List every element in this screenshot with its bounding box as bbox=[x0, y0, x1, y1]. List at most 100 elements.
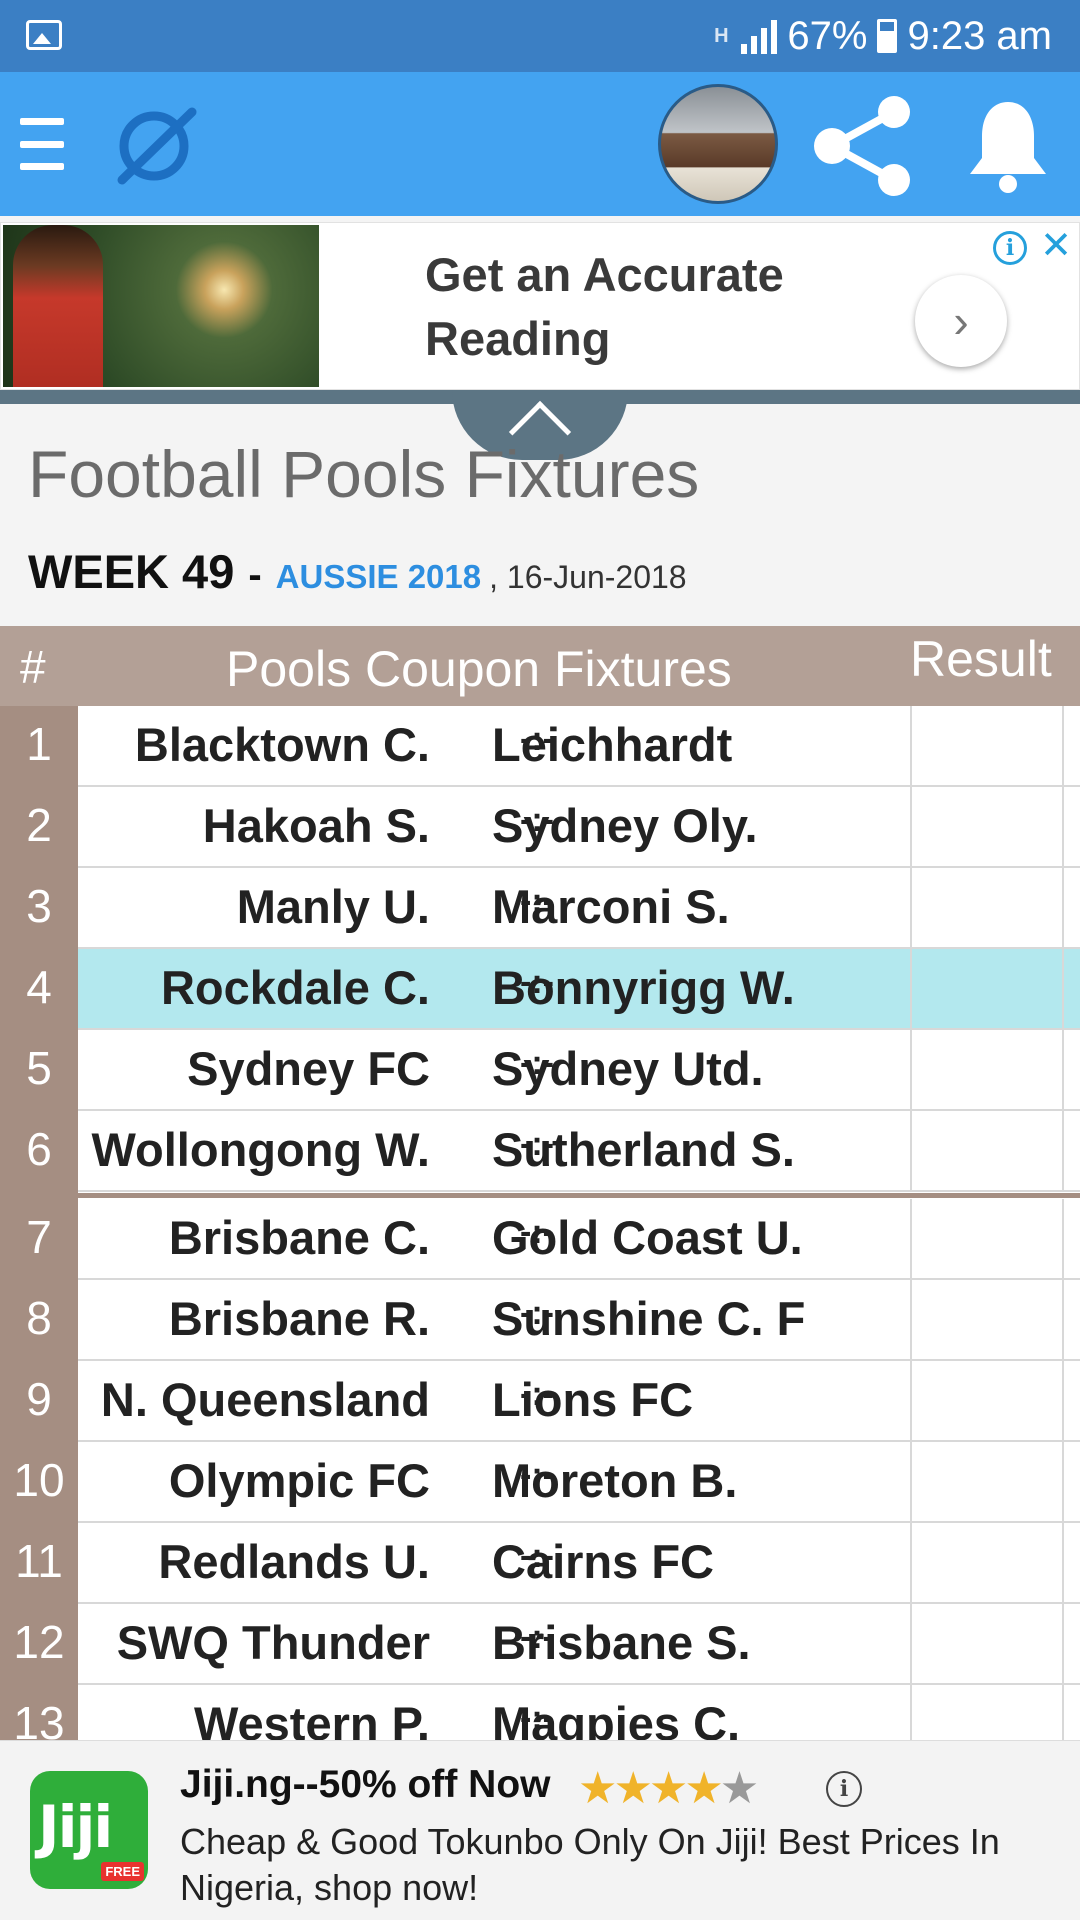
away-team: Lions FC bbox=[492, 1373, 694, 1426]
home-team: Hakoah S. bbox=[202, 799, 430, 852]
status-bar: H 67% 9:23 am bbox=[0, 0, 1080, 72]
fixture-cell[interactable]: Western P. -:- Magpies C. bbox=[78, 1685, 1080, 1740]
week-label: WEEK 49 bbox=[28, 545, 235, 598]
table-row[interactable]: 8 Brisbane R.-:-Sunshine C. FS bbox=[0, 1280, 1080, 1361]
home-team: Manly U. bbox=[236, 880, 430, 933]
row-number: 13 bbox=[13, 1697, 65, 1740]
table-row[interactable]: 2 Hakoah S. -:- Sydney Oly. bbox=[0, 787, 1080, 868]
result-cell bbox=[910, 1523, 1064, 1604]
result-cell bbox=[910, 787, 1064, 868]
home-team: Brisbane R. bbox=[168, 1292, 430, 1345]
battery-percent: 67% bbox=[787, 13, 868, 58]
table-row[interactable]: 12 SWQ Thunder -:- Brisbane S. bbox=[0, 1604, 1080, 1685]
fixture-cell[interactable]: N. Queensland -:- Lions FC bbox=[78, 1361, 1080, 1442]
week-dash: - bbox=[248, 553, 262, 597]
fixture-cell[interactable]: Brisbane C. -:- Gold Coast U. bbox=[78, 1199, 1080, 1280]
result-cell bbox=[910, 1685, 1064, 1740]
fixture-cell[interactable]: Hakoah S. -:- Sydney Oly. bbox=[78, 787, 1080, 868]
fixture-cell[interactable]: Wollongong W.-:-Sutherland S.S bbox=[78, 1111, 1080, 1192]
home-team: Redlands U. bbox=[158, 1535, 430, 1588]
ad-image bbox=[3, 225, 319, 387]
avatar[interactable] bbox=[658, 84, 778, 204]
away-team: Sydney Utd. bbox=[492, 1042, 764, 1095]
row-number: 3 bbox=[26, 880, 52, 932]
fixture-cell[interactable]: Brisbane R.-:-Sunshine C. FS bbox=[78, 1280, 1080, 1361]
row-number: 11 bbox=[15, 1535, 63, 1587]
column-header-result: Result bbox=[910, 631, 1052, 687]
fixture-cell[interactable]: Manly U. -:- Marconi S. bbox=[78, 868, 1080, 949]
fixture-cell[interactable]: Redlands U. -:- Cairns FC bbox=[78, 1523, 1080, 1604]
away-team: Sutherland S. bbox=[492, 1123, 795, 1176]
table-row[interactable]: 9 N. Queensland -:- Lions FC bbox=[0, 1361, 1080, 1442]
row-number: 8 bbox=[26, 1292, 52, 1344]
home-team: Western P. bbox=[194, 1697, 430, 1740]
half-star-icon: ★ bbox=[719, 1764, 760, 1813]
chevron-right-icon: › bbox=[953, 295, 969, 347]
row-number: 5 bbox=[26, 1042, 52, 1094]
away-team: Marconi S. bbox=[492, 880, 730, 933]
table-row[interactable]: 11 Redlands U. -:- Cairns FC bbox=[0, 1523, 1080, 1604]
result-cell bbox=[910, 1199, 1064, 1280]
ad-banner[interactable]: Get an Accurate Reading › i ✕ bbox=[0, 222, 1080, 390]
away-team: Gold Coast U. bbox=[492, 1211, 803, 1264]
share-icon[interactable] bbox=[812, 94, 916, 203]
fixture-cell[interactable]: Olympic FC-:-Moreton B.S bbox=[78, 1442, 1080, 1523]
jiji-logo[interactable]: Jiji FREE bbox=[30, 1771, 148, 1889]
fixture-cell[interactable]: Blacktown C.-:-LeichhardtS bbox=[78, 706, 1080, 787]
ad-arrow-button[interactable]: › bbox=[915, 275, 1007, 367]
result-cell bbox=[910, 949, 1064, 1030]
bell-icon[interactable] bbox=[966, 96, 1050, 201]
table-row[interactable]: 3 Manly U. -:- Marconi S. bbox=[0, 868, 1080, 949]
away-team: Cairns FC bbox=[492, 1535, 714, 1588]
fixture-cell[interactable]: Sydney FC -:- Sydney Utd. bbox=[78, 1030, 1080, 1111]
fixture-cell[interactable]: SWQ Thunder -:- Brisbane S. bbox=[78, 1604, 1080, 1685]
week-date: , 16-Jun-2018 bbox=[489, 559, 687, 595]
away-team: Sunshine C. F bbox=[492, 1292, 806, 1345]
bottom-ad[interactable]: Jiji FREE Jiji.ng--50% off Now ★★★★★ i C… bbox=[0, 1740, 1080, 1920]
league-link[interactable]: AUSSIE 2018 bbox=[276, 558, 481, 596]
table-row[interactable]: 6 Wollongong W.-:-Sutherland S.S bbox=[0, 1111, 1080, 1192]
home-team: SWQ Thunder bbox=[116, 1616, 430, 1669]
fixture-cell[interactable]: Rockdale C.-:-Bonnyrigg W.S bbox=[78, 949, 1080, 1030]
away-team: Moreton B. bbox=[492, 1454, 738, 1507]
menu-icon[interactable] bbox=[20, 118, 64, 170]
result-cell bbox=[910, 1280, 1064, 1361]
home-team: Blacktown C. bbox=[134, 718, 430, 771]
table-row[interactable]: 7 Brisbane C. -:- Gold Coast U. bbox=[0, 1199, 1080, 1280]
table-header: # Pools Coupon Fixtures Result bbox=[0, 626, 1080, 706]
table-row[interactable]: 1 Blacktown C.-:-LeichhardtS bbox=[0, 706, 1080, 787]
row-number: 7 bbox=[26, 1211, 52, 1263]
network-type-icon: H bbox=[714, 25, 729, 47]
home-team: Brisbane C. bbox=[168, 1211, 430, 1264]
full-stars-icon: ★★★★ bbox=[578, 1764, 724, 1813]
row-number: 4 bbox=[26, 961, 52, 1013]
logo-icon[interactable] bbox=[112, 106, 198, 191]
ad-description: Cheap & Good Tokunbo Only On Jiji! Best … bbox=[180, 1821, 1000, 1908]
gallery-notification-icon bbox=[26, 20, 62, 50]
column-header-fixtures: Pools Coupon Fixtures bbox=[226, 641, 732, 697]
row-number: 6 bbox=[26, 1123, 52, 1175]
away-team: Leichhardt bbox=[492, 718, 733, 771]
row-number: 2 bbox=[26, 799, 52, 851]
result-cell bbox=[910, 868, 1064, 949]
ad-headline: Get an Accurate Reading bbox=[425, 248, 784, 365]
battery-icon bbox=[877, 19, 898, 53]
ad-info-icon[interactable]: i bbox=[993, 231, 1027, 265]
home-team: Wollongong W. bbox=[91, 1123, 430, 1176]
fixtures-table[interactable]: 1 Blacktown C.-:-LeichhardtS 2 Hakoah S.-:-… bbox=[0, 706, 1080, 1740]
group-divider bbox=[78, 1193, 1080, 1198]
ad-info-icon[interactable]: i bbox=[826, 1771, 862, 1807]
home-team: Rockdale C. bbox=[160, 961, 430, 1014]
table-row[interactable]: 4 Rockdale C.-:-Bonnyrigg W.S bbox=[0, 949, 1080, 1030]
away-team: Sydney Oly. bbox=[492, 799, 758, 852]
home-team: Sydney FC bbox=[187, 1042, 430, 1095]
row-number: 9 bbox=[26, 1373, 52, 1425]
status-bar-right: H 67% 9:23 am bbox=[711, 12, 1052, 60]
page-title: Football Pools Fixtures bbox=[28, 437, 700, 511]
ad-title[interactable]: Jiji.ng--50% off Now bbox=[180, 1763, 551, 1807]
result-cell bbox=[910, 1604, 1064, 1685]
ad-close-icon[interactable]: ✕ bbox=[1037, 227, 1075, 265]
table-row[interactable]: 13 Western P. -:- Magpies C. bbox=[0, 1685, 1080, 1740]
table-row[interactable]: 10Olympic FC-:-Moreton B.S bbox=[0, 1442, 1080, 1523]
table-row[interactable]: 5 Sydney FC -:- Sydney Utd. bbox=[0, 1030, 1080, 1111]
